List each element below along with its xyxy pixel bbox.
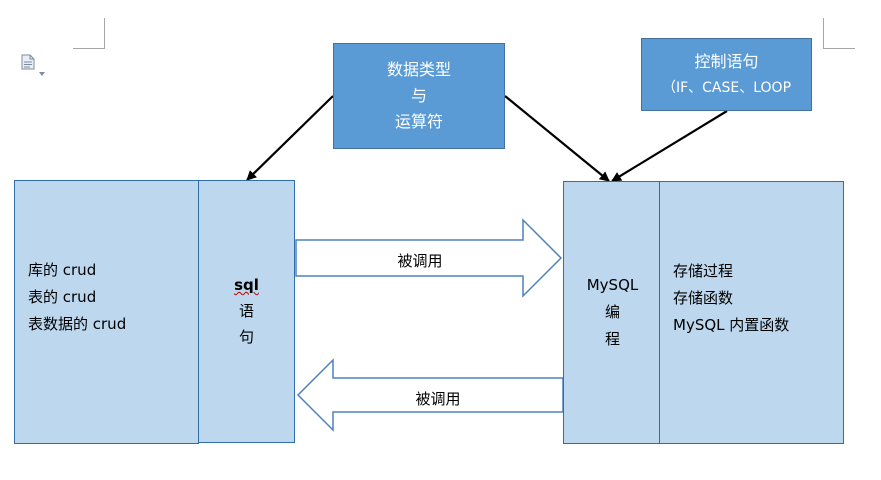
data-types-box: 数据类型 与 运算符 bbox=[333, 43, 505, 149]
sql-line1: sql bbox=[198, 272, 295, 298]
control-statements-box: 控制语句 （IF、CASE、LOOP bbox=[641, 38, 812, 111]
arrow-control-to-mysql bbox=[611, 110, 728, 182]
sql-keyword: sql bbox=[234, 276, 259, 294]
data-types-line2: 与 bbox=[410, 86, 427, 105]
mysql-line2: 编 bbox=[604, 303, 620, 321]
control-line2: （IF、CASE、LOOP bbox=[661, 79, 792, 96]
functions-item-2: 存储函数 bbox=[673, 289, 734, 307]
crud-item-2: 表的 crud bbox=[28, 288, 97, 306]
sql-line3: 句 bbox=[238, 328, 254, 346]
mysql-line3: 程 bbox=[604, 330, 620, 348]
functions-item-3: MySQL 内置函数 bbox=[673, 316, 790, 334]
functions-item-1: 存储过程 bbox=[673, 262, 734, 280]
data-types-line3: 运算符 bbox=[394, 112, 443, 131]
crud-item-3: 表数据的 crud bbox=[28, 315, 127, 333]
arrow-types-to-sql bbox=[246, 95, 334, 181]
control-line1: 控制语句 bbox=[694, 51, 759, 71]
crud-item-1: 库的 crud bbox=[28, 261, 97, 279]
sql-line2: 语 bbox=[238, 302, 254, 320]
arrow-types-to-mysql bbox=[504, 95, 610, 182]
mysql-line1: MySQL bbox=[586, 276, 639, 294]
backward-arrow-label: 被调用 bbox=[415, 390, 461, 408]
forward-arrow-label: 被调用 bbox=[397, 252, 443, 270]
data-types-line1: 数据类型 bbox=[386, 60, 451, 79]
